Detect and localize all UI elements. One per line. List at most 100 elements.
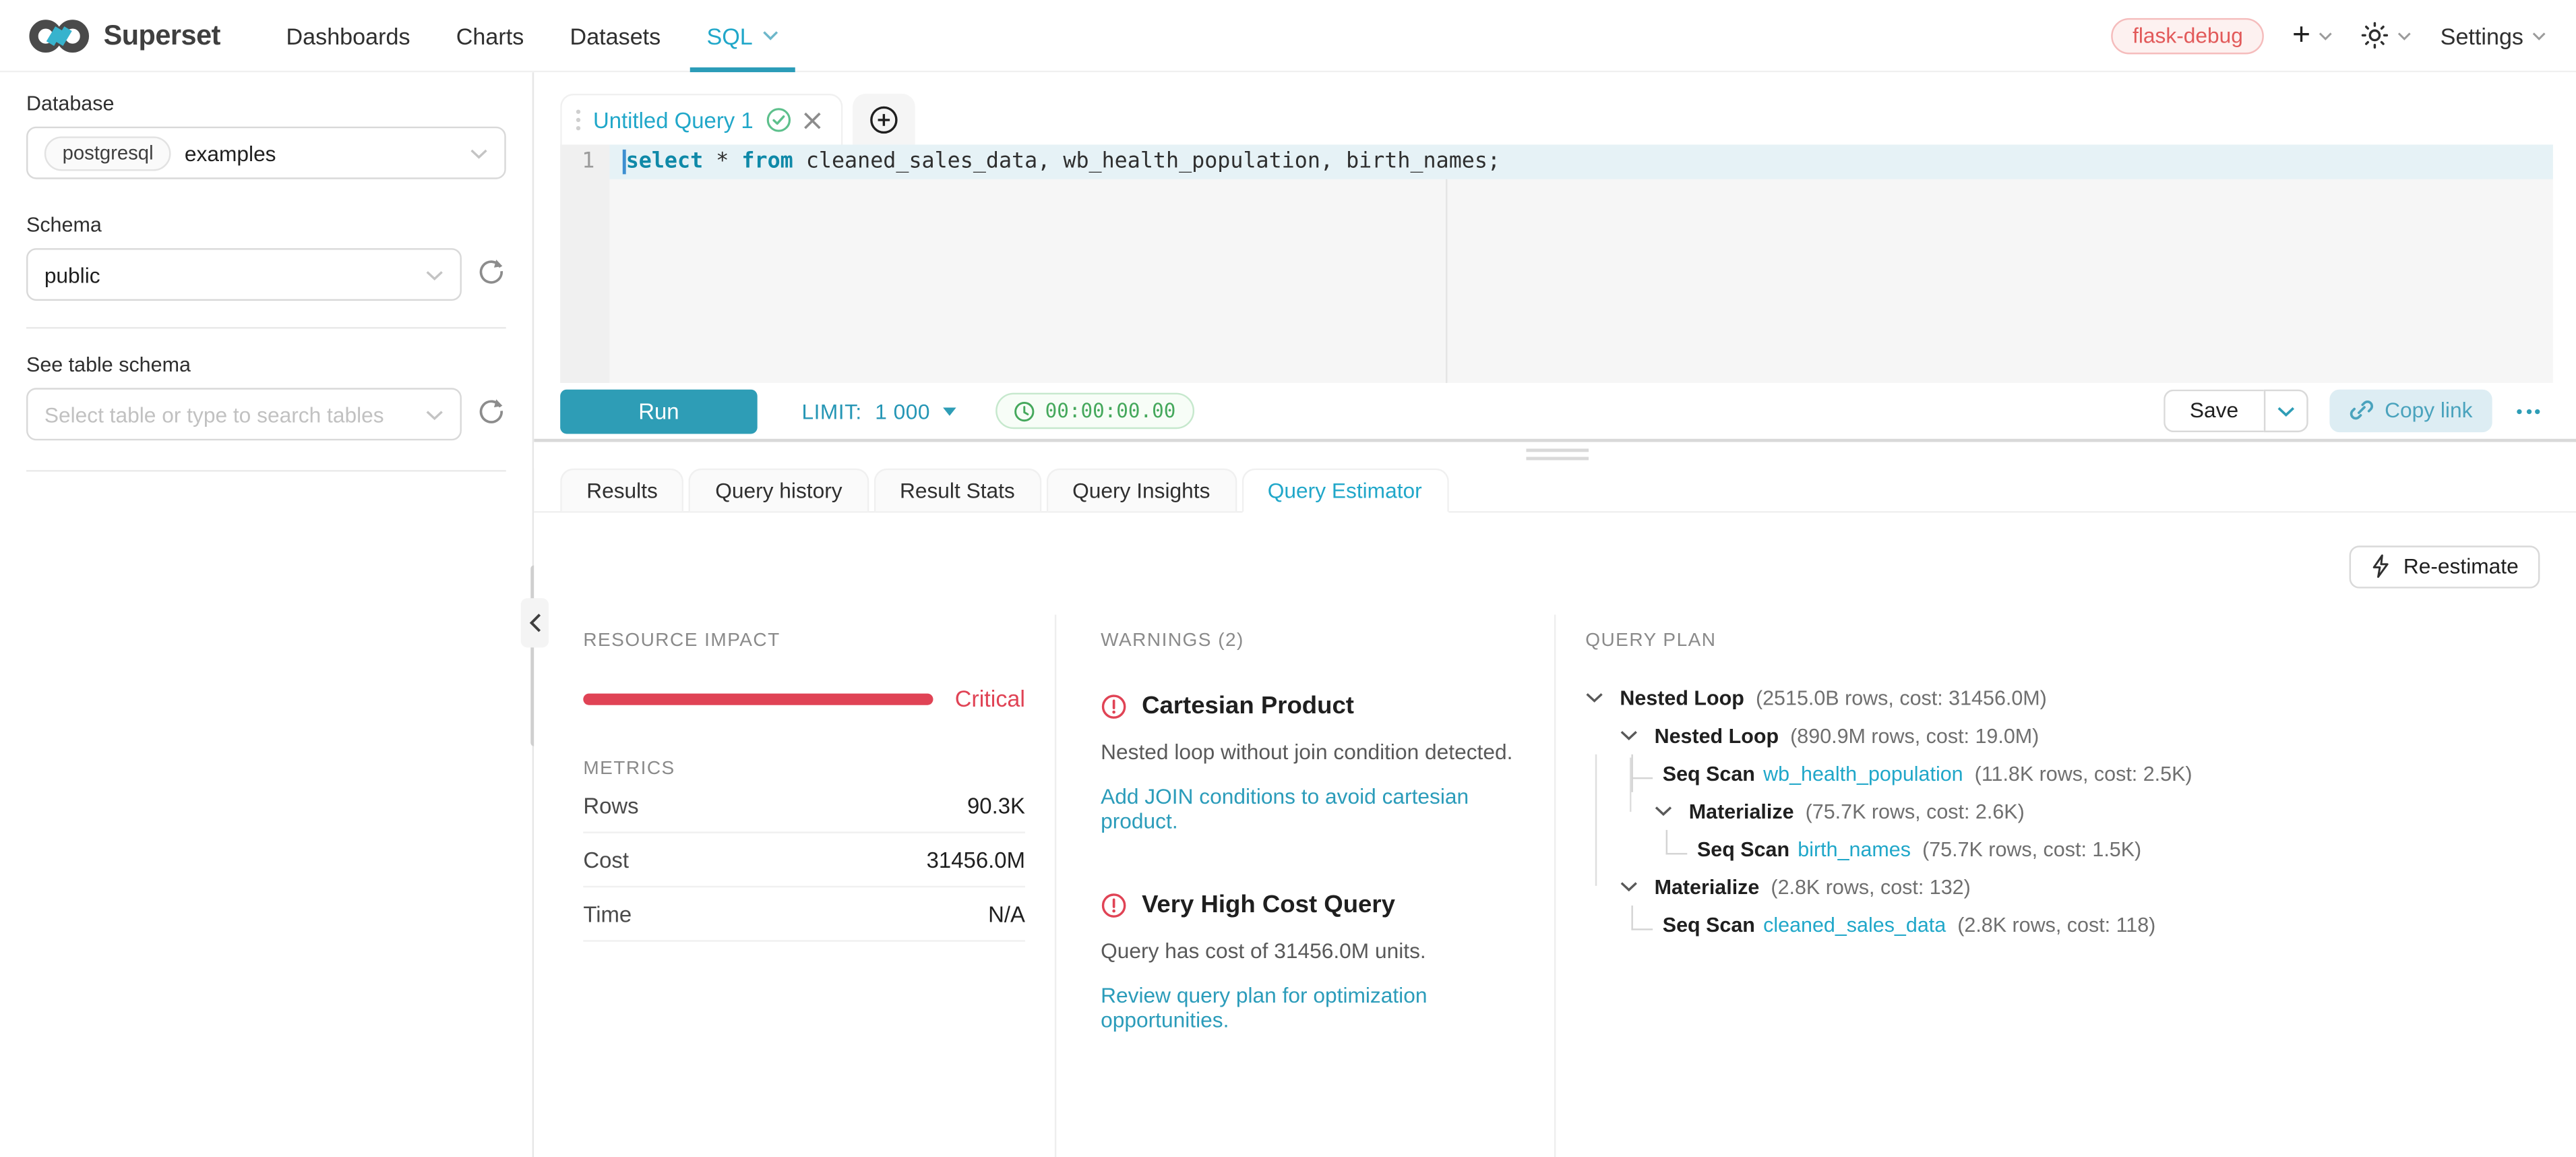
top-navbar: Superset Dashboards Charts Datasets SQL … bbox=[0, 0, 2576, 72]
superset-logo[interactable]: Superset bbox=[26, 16, 220, 55]
save-split-button: Save bbox=[2164, 390, 2308, 432]
check-circle-icon bbox=[765, 107, 791, 133]
tree-caret-icon[interactable] bbox=[1620, 881, 1643, 893]
database-value: examples bbox=[185, 140, 276, 165]
plan-node: Materialize (2.8K rows, cost: 132) bbox=[1585, 868, 2543, 906]
chevron-down-icon bbox=[2319, 30, 2333, 40]
save-button[interactable]: Save bbox=[2164, 390, 2263, 432]
chevron-down-icon bbox=[470, 147, 488, 158]
plan-table-link[interactable]: cleaned_sales_data bbox=[1763, 913, 1946, 936]
plan-node: Materialize (75.7K rows, cost: 2.6K) bbox=[1585, 792, 2543, 830]
run-button[interactable]: Run bbox=[560, 388, 758, 433]
database-select[interactable]: postgresql examples bbox=[26, 127, 506, 179]
metrics-heading: METRICS bbox=[583, 759, 1025, 779]
tree-branch-icon bbox=[1631, 906, 1653, 930]
chevron-down-icon bbox=[2532, 30, 2546, 40]
sql-active-line: select * from cleaned_sales_data, wb_hea… bbox=[609, 145, 2553, 179]
metric-row-time: Time N/A bbox=[583, 887, 1025, 941]
query-tabbar: Untitled Query 1 bbox=[534, 94, 2576, 145]
warning-icon bbox=[1101, 892, 1127, 918]
result-tabs: Results Query history Result Stats Query… bbox=[534, 469, 2576, 513]
tab-query-history[interactable]: Query history bbox=[689, 469, 868, 511]
more-actions-button[interactable] bbox=[2513, 402, 2543, 420]
resize-drag-handle[interactable] bbox=[1526, 448, 1589, 465]
chevron-down-icon bbox=[2276, 405, 2294, 417]
close-icon[interactable] bbox=[803, 111, 821, 129]
settings-label: Settings bbox=[2441, 22, 2523, 49]
table-schema-label: See table schema bbox=[26, 353, 506, 376]
table-select[interactable]: Select table or type to search tables bbox=[26, 388, 462, 440]
plan-node: Seq Scan birth_names (75.7K rows, cost: … bbox=[1585, 830, 2543, 868]
theme-menu[interactable] bbox=[2362, 22, 2413, 49]
refresh-schemas-icon[interactable] bbox=[477, 256, 506, 293]
nav-item-datasets[interactable]: Datasets bbox=[547, 0, 683, 71]
sqllab-sidebar: Database postgresql examples Schema publ… bbox=[0, 72, 534, 1157]
plan-table-link[interactable]: wb_health_population bbox=[1763, 762, 1963, 785]
query-plan-heading: QUERY PLAN bbox=[1585, 631, 2543, 651]
warning-icon bbox=[1101, 692, 1127, 719]
new-item-menu[interactable]: + bbox=[2292, 20, 2333, 51]
plan-table-link[interactable]: birth_names bbox=[1798, 837, 1911, 860]
link-icon bbox=[2348, 398, 2373, 423]
warnings-section: WARNINGS (2) Cartesian Product Nest bbox=[1056, 615, 1556, 1157]
plan-node: Nested Loop (890.9M rows, cost: 19.0M) bbox=[1585, 717, 2543, 754]
sidebar-divider bbox=[26, 470, 506, 471]
tree-guide-line bbox=[1595, 754, 1597, 886]
reestimate-button[interactable]: Re-estimate bbox=[2349, 545, 2540, 588]
schema-value: public bbox=[44, 262, 100, 287]
tree-caret-icon[interactable] bbox=[1655, 805, 1678, 817]
sidebar-divider bbox=[26, 327, 506, 328]
plan-node: Seq Scan wb_health_population (11.8K row… bbox=[1585, 754, 2543, 792]
query-plan-tree: Nested Loop (2515.0B rows, cost: 31456.0… bbox=[1585, 679, 2543, 943]
tree-caret-icon[interactable] bbox=[1585, 692, 1608, 703]
copy-link-button[interactable]: Copy link bbox=[2329, 390, 2492, 432]
schema-select[interactable]: public bbox=[26, 248, 462, 301]
metric-row-rows: Rows 90.3K bbox=[583, 779, 1025, 833]
query-timer: 00:00:00.00 bbox=[996, 393, 1194, 429]
warnings-heading: WARNINGS (2) bbox=[1101, 631, 1518, 651]
chevron-down-icon bbox=[2397, 30, 2412, 40]
nav-item-dashboards[interactable]: Dashboards bbox=[263, 0, 433, 71]
editor-toolbar: Run LIMIT: 1 000 00:00:00.00 bbox=[534, 383, 2576, 439]
sql-editor-zone: Untitled Query 1 bbox=[534, 72, 2576, 439]
chevron-down-icon bbox=[425, 409, 443, 420]
sun-icon bbox=[2362, 22, 2389, 49]
plan-node: Nested Loop (2515.0B rows, cost: 31456.0… bbox=[1585, 679, 2543, 717]
query-tab-title: Untitled Query 1 bbox=[593, 108, 754, 133]
query-plan-section: QUERY PLAN Nested Loop (2515.0B rows, co… bbox=[1556, 615, 2576, 1157]
tab-result-stats[interactable]: Result Stats bbox=[873, 469, 1041, 511]
caret-down-icon bbox=[944, 407, 957, 415]
tree-caret-icon[interactable] bbox=[1620, 730, 1643, 741]
tab-query-insights[interactable]: Query Insights bbox=[1046, 469, 1236, 511]
reestimate-label: Re-estimate bbox=[2403, 554, 2519, 578]
impact-progress-bar bbox=[583, 692, 933, 704]
warning-high-cost: Very High Cost Query Query has cost of 3… bbox=[1101, 891, 1518, 1033]
limit-dropdown[interactable]: LIMIT: 1 000 bbox=[802, 398, 957, 423]
clock-icon bbox=[1014, 400, 1035, 422]
settings-menu[interactable]: Settings bbox=[2441, 22, 2546, 49]
refresh-tables-icon[interactable] bbox=[477, 395, 506, 433]
chevron-down-icon bbox=[762, 30, 778, 41]
sql-code-editor[interactable]: 1 select * from cleaned_sales_data, wb_h… bbox=[560, 145, 2553, 383]
warning-cartesian-product: Cartesian Product Nested loop without jo… bbox=[1101, 692, 1518, 833]
warning-link[interactable]: Add JOIN conditions to avoid cartesian p… bbox=[1101, 784, 1518, 833]
save-menu-button[interactable] bbox=[2263, 390, 2308, 432]
environment-badge: flask-debug bbox=[2111, 18, 2264, 54]
nav-item-sql[interactable]: SQL bbox=[683, 0, 802, 71]
resource-impact-section: RESOURCE IMPACT Critical METRICS Rows 90… bbox=[534, 615, 1056, 1157]
new-query-tab-button[interactable] bbox=[852, 94, 915, 145]
nav-item-charts[interactable]: Charts bbox=[433, 0, 547, 71]
impact-level: Critical bbox=[955, 685, 1025, 711]
text-cursor bbox=[623, 150, 625, 175]
metric-row-cost: Cost 31456.0M bbox=[583, 833, 1025, 887]
collapse-sidebar-button[interactable] bbox=[521, 598, 549, 647]
tab-results[interactable]: Results bbox=[560, 469, 684, 511]
warning-link[interactable]: Review query plan for optimization oppor… bbox=[1101, 984, 1518, 1033]
chevron-down-icon bbox=[425, 269, 443, 280]
query-tab[interactable]: Untitled Query 1 bbox=[560, 94, 842, 145]
drag-handle-icon bbox=[575, 109, 582, 131]
tab-query-estimator[interactable]: Query Estimator bbox=[1241, 469, 1448, 513]
lightning-bolt-icon bbox=[2370, 554, 2390, 578]
limit-label: LIMIT: bbox=[802, 398, 862, 423]
timer-value: 00:00:00.00 bbox=[1045, 399, 1176, 422]
